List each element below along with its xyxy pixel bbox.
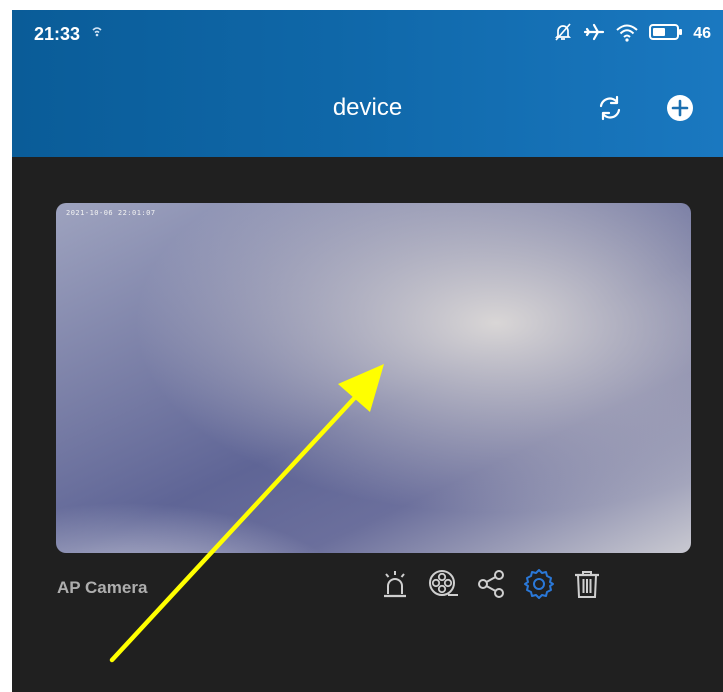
share-button[interactable]	[468, 563, 514, 609]
camera-preview[interactable]: 2021-10-06 22:01:07	[56, 203, 691, 553]
wifi-call-icon	[90, 25, 104, 44]
battery-icon	[649, 23, 683, 46]
preview-timestamp: 2021-10-06 22:01:07	[66, 209, 156, 217]
refresh-button[interactable]	[590, 90, 630, 130]
bell-off-icon	[553, 22, 573, 47]
refresh-icon	[595, 93, 625, 128]
alarm-button[interactable]	[372, 563, 418, 609]
app-header: 21:33 46 device	[12, 10, 723, 157]
trash-icon	[570, 567, 604, 606]
battery-percent: 46	[693, 25, 711, 42]
add-device-button[interactable]	[660, 90, 700, 130]
film-reel-icon	[426, 567, 460, 606]
status-left: 21:33	[34, 24, 104, 45]
title-bar: device	[12, 82, 723, 136]
wifi-icon	[615, 22, 639, 47]
alarm-icon	[378, 567, 412, 606]
delete-button[interactable]	[564, 563, 610, 609]
app-screen: 21:33 46 device 2021-10-06 22:01:07 AP C…	[12, 10, 723, 692]
share-icon	[474, 567, 508, 606]
settings-icon	[522, 567, 556, 606]
status-bar: 21:33 46	[12, 10, 723, 58]
playback-button[interactable]	[420, 563, 466, 609]
device-name: AP Camera	[57, 578, 148, 597]
add-circle-icon	[665, 93, 695, 128]
status-right: 46	[553, 22, 711, 47]
status-time: 21:33	[34, 23, 81, 44]
airplane-icon	[583, 22, 605, 47]
settings-button[interactable]	[516, 563, 562, 609]
